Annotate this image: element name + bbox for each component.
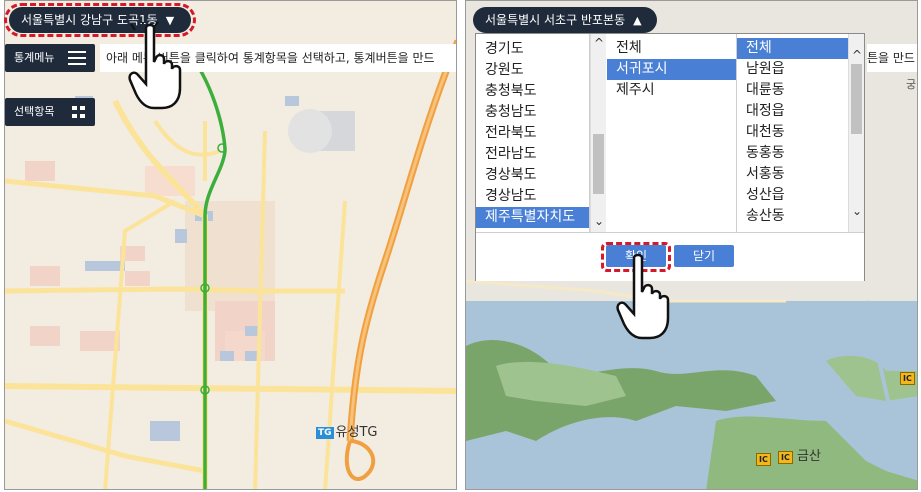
- pointer-hand-icon: [128, 22, 182, 110]
- district-item[interactable]: 대정읍: [737, 101, 848, 122]
- scroll-down-icon[interactable]: ⌄: [849, 204, 865, 218]
- scroll-down-icon[interactable]: ⌄: [591, 214, 607, 228]
- tg-label-text: 유성TG: [335, 425, 378, 440]
- city-item[interactable]: 제주시: [607, 80, 736, 101]
- province-item[interactable]: 경상북도: [476, 165, 589, 186]
- location-selector-right[interactable]: 서울특별시 서초구 반포본동 ▲: [473, 7, 657, 33]
- ic-label: IC 금산: [778, 445, 821, 464]
- city-list: 전체 서귀포시 제주시: [607, 34, 737, 232]
- province-item[interactable]: 전라북도: [476, 123, 589, 144]
- scroll-up-icon[interactable]: ^: [591, 36, 607, 50]
- ic-badge: IC: [778, 451, 793, 464]
- ic-badge-south: IC: [756, 453, 771, 466]
- hamburger-icon: [68, 51, 86, 65]
- district-item[interactable]: 대륜동: [737, 80, 848, 101]
- pointer-hand-icon: [616, 253, 670, 340]
- partial-label: 궁: [906, 78, 917, 91]
- province-item[interactable]: 충청북도: [476, 81, 589, 102]
- district-item[interactable]: 동홍동: [737, 143, 848, 164]
- province-item[interactable]: 경상남도: [476, 186, 589, 207]
- district-list: 전체 남원읍 대륜동 대정읍 대천동 동홍동 서홍동 성산읍 송산동: [737, 34, 848, 232]
- close-button[interactable]: 닫기: [674, 245, 734, 267]
- district-item[interactable]: 서홍동: [737, 164, 848, 185]
- province-item-selected[interactable]: 제주특별자치도: [476, 207, 589, 228]
- district-item[interactable]: 남원읍: [737, 59, 848, 80]
- left-map[interactable]: [5, 1, 457, 490]
- info-partial-text: 튼을 만드: [867, 51, 915, 65]
- district-item[interactable]: 성산읍: [737, 185, 848, 206]
- select-items-label: 선택항목: [14, 105, 55, 118]
- province-item[interactable]: 충청남도: [476, 102, 589, 123]
- left-map-panel: TG 유성TG 통계메뉴 아래 메뉴 버튼을 클릭하여 통계항목을 선택하고, 통…: [4, 0, 457, 490]
- province-item[interactable]: 경기도: [476, 39, 589, 60]
- ic-badge-east: IC: [900, 372, 915, 385]
- province-scrollbar[interactable]: ^ ⌄: [590, 34, 606, 232]
- scroll-thumb[interactable]: [851, 64, 862, 134]
- city-item[interactable]: 전체: [607, 38, 736, 59]
- info-bar-partial: 튼을 만드: [867, 44, 917, 72]
- tg-label: TG 유성TG: [316, 421, 377, 440]
- scroll-up-icon[interactable]: ^: [849, 48, 865, 62]
- stats-menu-label: 통계메뉴: [14, 51, 55, 64]
- district-scrollbar[interactable]: ^ ⌄: [848, 34, 864, 232]
- tg-badge: TG: [316, 426, 334, 439]
- select-items-button[interactable]: 선택항목: [5, 98, 95, 126]
- grid-icon: [72, 106, 86, 118]
- stats-menu-button[interactable]: 통계메뉴: [5, 44, 95, 72]
- district-item[interactable]: 송산동: [737, 206, 848, 227]
- city-item-selected[interactable]: 서귀포시: [607, 59, 736, 80]
- province-item[interactable]: 전라남도: [476, 144, 589, 165]
- ic-label-text: 금산: [797, 449, 821, 464]
- region-dropdown: 경기도 강원도 충청북도 충청남도 전라북도 전라남도 경상북도 경상남도 제주…: [475, 33, 865, 281]
- location-text-right: 서울특별시 서초구 반포본동: [485, 13, 626, 27]
- district-item[interactable]: 대천동: [737, 122, 848, 143]
- dropdown-up-arrow-icon: ▲: [633, 14, 642, 27]
- province-list: 경기도 강원도 충청북도 충청남도 전라북도 전라남도 경상북도 경상남도 제주…: [476, 34, 590, 232]
- scroll-thumb[interactable]: [593, 134, 604, 194]
- district-item-selected[interactable]: 전체: [737, 38, 848, 59]
- province-item[interactable]: 강원도: [476, 60, 589, 81]
